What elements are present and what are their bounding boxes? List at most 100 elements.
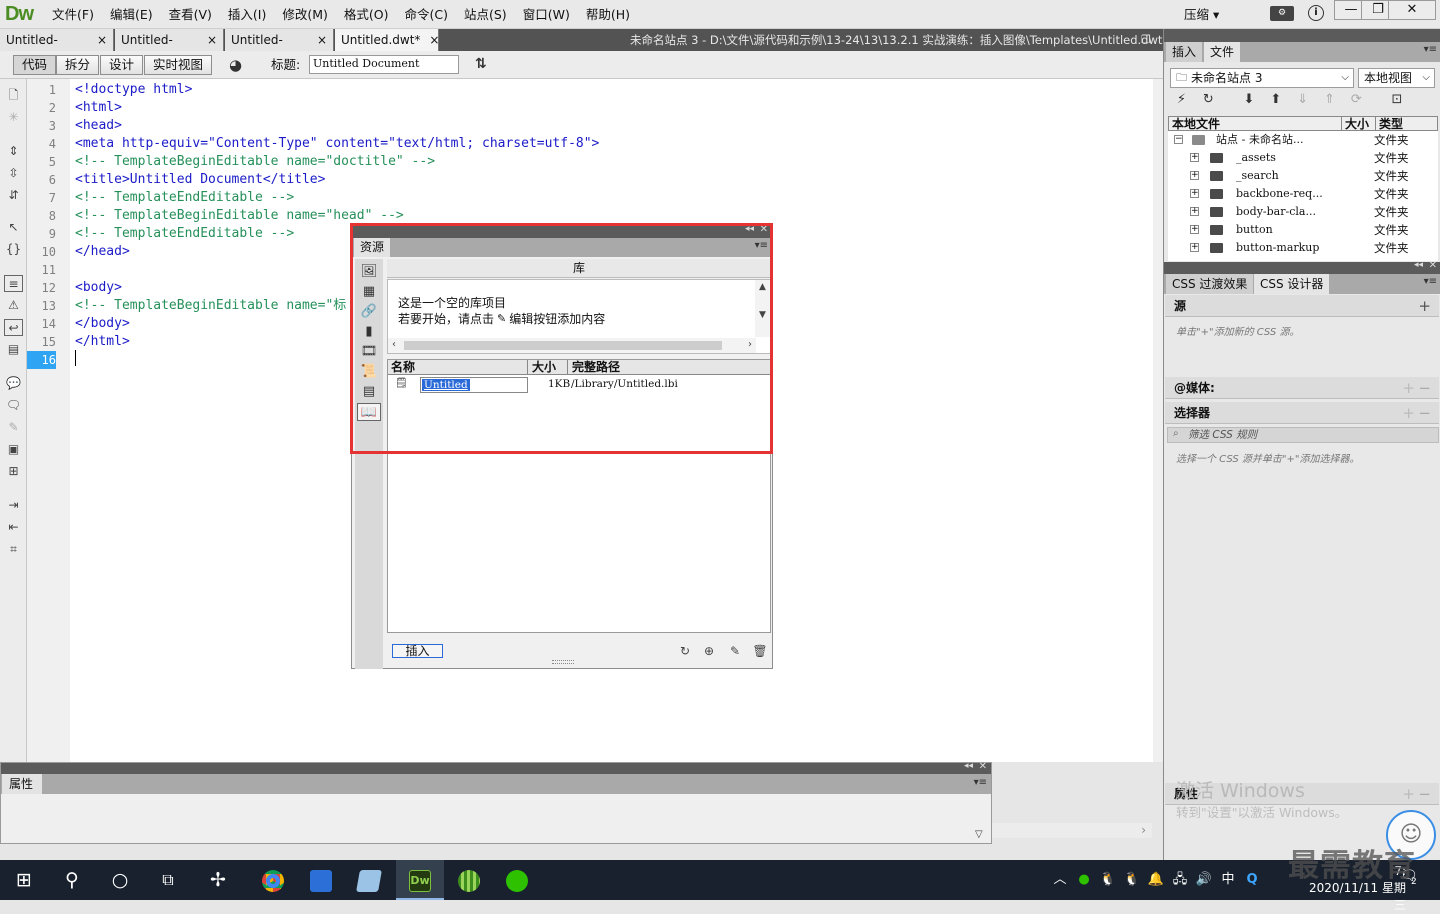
line-numbers-icon[interactable]: ≡ bbox=[4, 275, 23, 292]
menu-format[interactable]: 格式(O) bbox=[336, 0, 397, 29]
show-hidden-icons-icon[interactable]: ︿ bbox=[1048, 860, 1072, 900]
panel-header[interactable]: ◂◂ ✕ bbox=[1, 761, 991, 774]
file-row[interactable]: + button-markup 文件夹 bbox=[1168, 239, 1436, 257]
file-management-icon[interactable]: ⇅ bbox=[475, 56, 487, 72]
balance-braces-icon[interactable]: {} bbox=[4, 241, 23, 258]
expand-properties-icon[interactable]: ▽ bbox=[975, 829, 983, 840]
media-icon[interactable]: ▮ bbox=[357, 323, 381, 341]
refresh-icon[interactable]: ↻ bbox=[676, 643, 694, 659]
indent-code-icon[interactable]: ⇥ bbox=[4, 497, 23, 514]
tab-untitled-3[interactable]: Untitled-3.html × bbox=[225, 29, 334, 69]
menu-help[interactable]: 帮助(H) bbox=[578, 0, 638, 29]
expand-icon[interactable]: + bbox=[1190, 225, 1199, 234]
notes-app-icon[interactable] bbox=[345, 860, 393, 900]
column-type[interactable]: 类型 bbox=[1375, 117, 1403, 131]
video-icon[interactable]: 🎞 bbox=[357, 343, 381, 361]
search-icon[interactable]: ⚲ bbox=[48, 860, 96, 900]
close-tab-icon[interactable]: × bbox=[207, 29, 217, 51]
close-panel-icon[interactable]: ✕ bbox=[979, 761, 987, 772]
expand-icon[interactable]: + bbox=[1190, 171, 1199, 180]
live-view-button[interactable]: 实时视图 bbox=[144, 55, 213, 75]
panel-header[interactable]: ◂◂ ✕ bbox=[352, 224, 772, 238]
resize-grip[interactable] bbox=[552, 660, 574, 664]
tab-css-designer[interactable]: CSS 设计器 bbox=[1254, 274, 1330, 294]
site-select[interactable]: 🗀 未命名站点 3 ⌵ bbox=[1170, 68, 1354, 88]
scripts-icon[interactable]: 📜 bbox=[357, 363, 381, 381]
close-tab-icon[interactable]: × bbox=[429, 29, 439, 51]
connect-icon[interactable]: ⚡ bbox=[1170, 92, 1193, 107]
colors-icon[interactable]: ▦ bbox=[357, 283, 381, 301]
volume-icon[interactable]: 🔊 bbox=[1192, 860, 1216, 900]
menu-window[interactable]: 窗口(W) bbox=[515, 0, 578, 29]
expand-icon[interactable]: + bbox=[1190, 243, 1199, 252]
close-button[interactable]: ✕ bbox=[1388, 0, 1436, 20]
new-library-item-icon[interactable]: ⊕ bbox=[700, 643, 718, 659]
panel-menu-icon[interactable]: ▾≡ bbox=[1424, 44, 1437, 55]
urls-icon[interactable]: 🔗 bbox=[357, 303, 381, 321]
put-files-icon[interactable]: ⬆ bbox=[1264, 92, 1287, 107]
preview-vscroll[interactable]: ▲ ▼ bbox=[755, 280, 770, 337]
wrap-tag-icon[interactable]: ✎ bbox=[4, 419, 23, 436]
split-view-button[interactable]: 拆分 bbox=[56, 55, 100, 75]
wps-writer-icon[interactable] bbox=[297, 860, 345, 900]
file-row[interactable]: + body-bar-cla... 文件夹 bbox=[1168, 203, 1436, 221]
collapse-panel-icon[interactable]: ◂◂ bbox=[745, 224, 754, 234]
collapse-panel-icon[interactable]: ◂◂ bbox=[964, 761, 973, 771]
dreamweaver-taskbar-icon[interactable]: Dw bbox=[396, 860, 444, 900]
menu-edit[interactable]: 编辑(E) bbox=[102, 0, 161, 29]
outdent-code-icon[interactable]: ⇤ bbox=[4, 519, 23, 536]
add-selector-icon[interactable]: + bbox=[1402, 402, 1415, 424]
design-view-button[interactable]: 设计 bbox=[100, 55, 144, 75]
dock-header[interactable] bbox=[1164, 29, 1440, 42]
tab-assets[interactable]: 资源 bbox=[354, 238, 391, 257]
file-row[interactable]: + _assets 文件夹 bbox=[1168, 149, 1436, 167]
tab-properties[interactable]: 属性 bbox=[2, 774, 42, 794]
column-path[interactable]: 完整路径 bbox=[569, 360, 770, 375]
qq-tray-icon[interactable]: 🐧 bbox=[1096, 860, 1120, 900]
view-select[interactable]: 本地视图 ⌵ bbox=[1358, 68, 1435, 88]
collapse-tag-icon[interactable]: ⇕ bbox=[4, 143, 23, 160]
menu-file[interactable]: 文件(F) bbox=[44, 0, 102, 29]
word-wrap-icon[interactable]: ↩ bbox=[4, 319, 23, 336]
library-item-name[interactable]: Untitled bbox=[422, 379, 470, 391]
preview-browser-icon[interactable]: ◕ bbox=[229, 56, 242, 74]
file-row[interactable]: + backbone-req... 文件夹 bbox=[1168, 185, 1436, 203]
select-parent-tag-icon[interactable]: ↖ bbox=[4, 219, 23, 236]
menu-modify[interactable]: 修改(M) bbox=[274, 0, 336, 29]
restore-doc-icon[interactable]: ❐ bbox=[1141, 33, 1151, 46]
file-row[interactable]: + _search 文件夹 bbox=[1168, 167, 1436, 185]
menu-insert[interactable]: 插入(I) bbox=[220, 0, 274, 29]
expand-all-icon[interactable]: ⇵ bbox=[4, 187, 23, 204]
delete-icon[interactable]: 🗑 bbox=[751, 643, 769, 659]
tab-insert[interactable]: 插入 bbox=[1166, 42, 1203, 62]
close-panel-icon[interactable]: ✕ bbox=[760, 224, 768, 235]
pinwheel-app-icon[interactable]: ✢ bbox=[194, 860, 242, 900]
tab-untitled-1[interactable]: Untitled-1.html* × bbox=[0, 29, 114, 69]
add-source-icon[interactable]: + bbox=[1418, 295, 1431, 317]
panel-menu-icon[interactable]: ▾≡ bbox=[755, 240, 768, 251]
cortana-icon[interactable]: ○ bbox=[96, 860, 144, 900]
edit-icon[interactable]: ✎ bbox=[726, 643, 744, 659]
remove-media-icon[interactable]: − bbox=[1418, 377, 1431, 399]
filter-css-rules-input[interactable]: 筛选 CSS 规则 bbox=[1167, 427, 1439, 443]
panel-menu-icon[interactable]: ▾≡ bbox=[974, 777, 987, 788]
document-title-input[interactable]: Untitled Document bbox=[309, 55, 459, 74]
q-app-tray-icon[interactable]: Q bbox=[1240, 860, 1264, 900]
info-icon[interactable]: i bbox=[1308, 5, 1324, 21]
expand-icon[interactable]: + bbox=[1190, 189, 1199, 198]
preview-hscroll[interactable]: ‹ › bbox=[388, 338, 756, 353]
refresh-icon[interactable]: ↻ bbox=[1197, 92, 1220, 107]
synchronize-icon[interactable]: ⟳ bbox=[1345, 92, 1368, 107]
remove-property-icon[interactable]: − bbox=[1418, 783, 1431, 805]
column-size[interactable]: 大小 bbox=[529, 360, 568, 375]
tab-files[interactable]: 文件 bbox=[1204, 42, 1241, 62]
add-property-icon[interactable]: + bbox=[1402, 783, 1415, 805]
insert-button[interactable]: 插入 bbox=[392, 644, 443, 658]
expand-icon[interactable]: + bbox=[1190, 153, 1199, 162]
melon-app-icon[interactable] bbox=[445, 860, 493, 900]
wechat-icon[interactable] bbox=[493, 860, 541, 900]
start-icon[interactable]: ⊞ bbox=[0, 860, 48, 900]
apply-comment-icon[interactable]: 💬 bbox=[4, 375, 23, 392]
expand-icon[interactable]: + bbox=[1190, 207, 1199, 216]
editor-scrollbar[interactable] bbox=[1153, 79, 1163, 762]
